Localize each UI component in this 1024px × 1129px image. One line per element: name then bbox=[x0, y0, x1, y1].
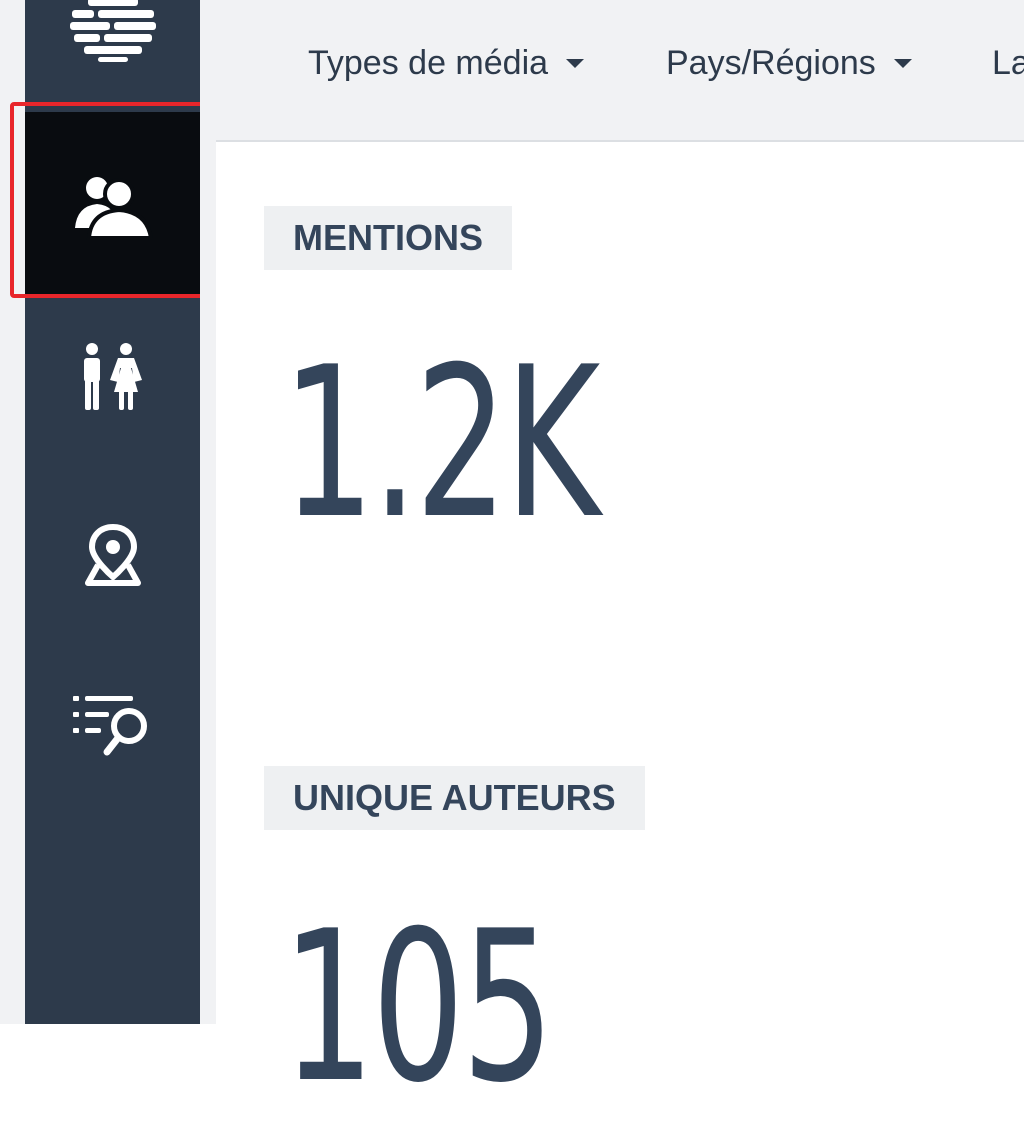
sidebar-item-audience[interactable] bbox=[25, 112, 200, 298]
sidebar-item-geo[interactable] bbox=[25, 508, 200, 602]
sidebar bbox=[25, 0, 200, 1024]
media-types-dropdown[interactable]: Types de média bbox=[308, 40, 585, 86]
demographics-icon bbox=[83, 343, 142, 410]
audience-icon bbox=[74, 177, 153, 240]
caret-down-icon bbox=[566, 58, 585, 68]
search-list-icon bbox=[72, 696, 147, 756]
location-map-icon bbox=[84, 523, 141, 586]
caret-down-icon bbox=[893, 58, 912, 68]
unique-authors-label: UNIQUE AUTEURS bbox=[264, 766, 645, 830]
sidebar-gutter bbox=[200, 0, 216, 1024]
sidebar-item-demographics[interactable] bbox=[25, 330, 200, 424]
left-gutter bbox=[0, 0, 25, 1024]
languages-dropdown[interactable]: La bbox=[992, 40, 1024, 86]
unique-authors-value: 105 bbox=[282, 887, 554, 1129]
countries-label: Pays/Régions bbox=[666, 43, 876, 82]
mentions-value: 1.2K bbox=[282, 323, 600, 565]
filter-bar: Types de média Pays/Régions La bbox=[216, 0, 1024, 142]
countries-dropdown[interactable]: Pays/Régions bbox=[666, 40, 912, 86]
sidebar-item-search[interactable] bbox=[25, 676, 200, 770]
mentions-label: MENTIONS bbox=[264, 206, 513, 270]
sidebar-logo[interactable] bbox=[25, 0, 200, 70]
logo-icon bbox=[69, 0, 156, 62]
languages-label: La bbox=[992, 43, 1024, 82]
media-types-label: Types de média bbox=[308, 43, 549, 82]
